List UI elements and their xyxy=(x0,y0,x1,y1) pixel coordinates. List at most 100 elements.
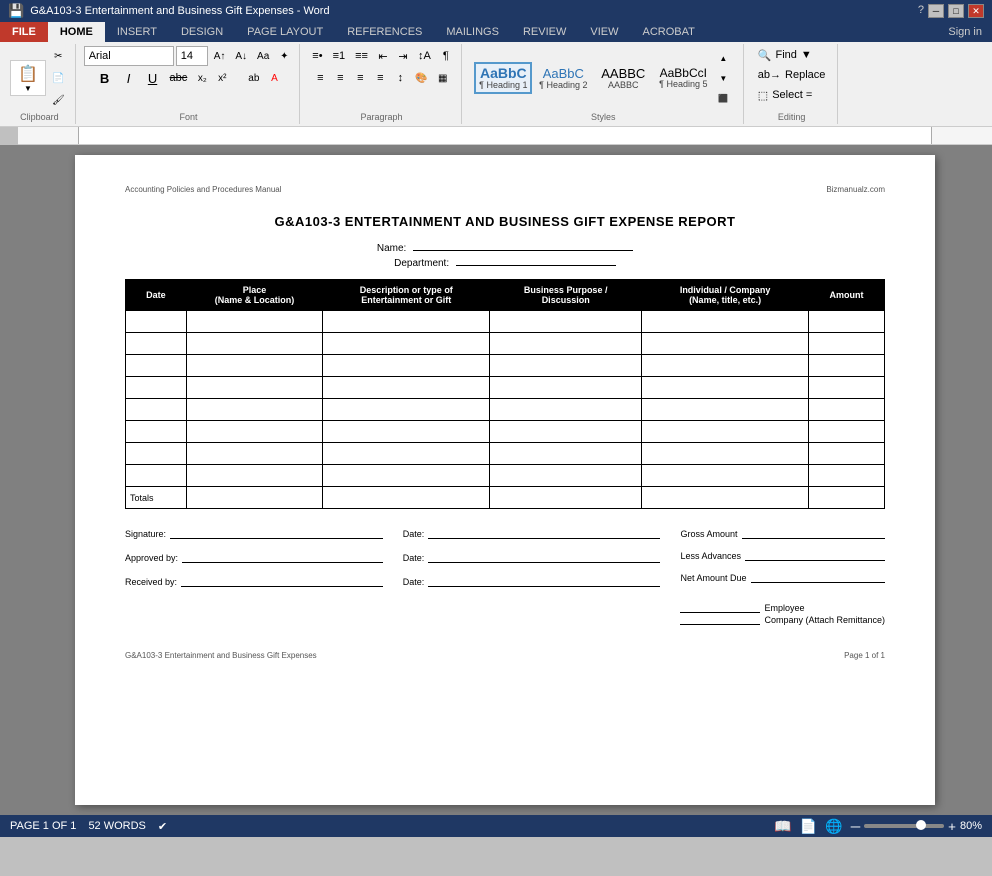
help-button[interactable]: ? xyxy=(918,4,924,18)
cut-button[interactable]: ✂ xyxy=(48,46,69,66)
tab-references[interactable]: REFERENCES xyxy=(335,22,434,42)
paste-button[interactable]: 📋 ▼ xyxy=(10,60,46,96)
bold-button[interactable]: B xyxy=(94,68,116,88)
table-cell-6-5 xyxy=(809,443,885,465)
col-individual: Individual / Company(Name, title, etc.) xyxy=(642,280,809,311)
select-button[interactable]: ⬚ Select = xyxy=(752,86,818,104)
view-read-button[interactable]: 📖 xyxy=(774,818,791,835)
close-button[interactable]: ✕ xyxy=(968,4,984,18)
clear-format-button[interactable]: ✦ xyxy=(275,46,293,66)
copy-button[interactable]: 📄 xyxy=(48,68,69,88)
totals-label: Totals xyxy=(126,487,187,509)
sign-in-button[interactable]: Sign in xyxy=(938,22,992,42)
line-spacing-button[interactable]: ↕ xyxy=(391,68,409,88)
received-by-underline xyxy=(181,586,383,587)
replace-icon: ab→ xyxy=(758,69,781,81)
company-underline xyxy=(680,624,760,625)
zoom-level: 80% xyxy=(960,820,982,832)
change-case-button[interactable]: Aa xyxy=(253,46,273,66)
tab-review[interactable]: REVIEW xyxy=(511,22,578,42)
table-cell-6-0 xyxy=(126,443,187,465)
justify-button[interactable]: ≡ xyxy=(371,68,389,88)
styles-expand[interactable]: ⬛ xyxy=(714,88,732,108)
highlight-button[interactable]: ab xyxy=(244,68,263,88)
date3-line: Date: xyxy=(403,577,661,587)
styles-gallery: AaBbC ¶ Heading 1 AaBbC ¶ Heading 2 AABB… xyxy=(474,48,732,108)
less-advances-line: Less Advances xyxy=(680,551,885,561)
find-button[interactable]: 🔍 Find ▼ xyxy=(752,46,818,64)
border-button[interactable]: ▦ xyxy=(434,68,452,88)
shrink-font-button[interactable]: A↓ xyxy=(231,46,251,66)
view-layout-button[interactable]: 📄 xyxy=(800,818,817,835)
amounts-col: Gross Amount Less Advances Net Amount Du… xyxy=(680,529,885,627)
align-left-button[interactable]: ≡ xyxy=(311,68,329,88)
minimize-button[interactable]: ─ xyxy=(928,4,944,18)
page-scroll[interactable]: Accounting Policies and Procedures Manua… xyxy=(18,145,992,815)
style-heading1[interactable]: AaBbC ¶ Heading 1 xyxy=(474,62,532,94)
tab-design[interactable]: DESIGN xyxy=(169,22,235,42)
tab-page-layout[interactable]: PAGE LAYOUT xyxy=(235,22,335,42)
multilevel-list-button[interactable]: ≡≡ xyxy=(351,46,372,66)
grow-font-button[interactable]: A↑ xyxy=(210,46,230,66)
increase-indent-button[interactable]: ⇥ xyxy=(394,46,412,66)
employee-section: Employee Company (Attach Remittance) xyxy=(680,603,885,627)
format-painter-button[interactable]: 🖌 xyxy=(48,90,69,110)
tab-view[interactable]: VIEW xyxy=(578,22,630,42)
italic-button[interactable]: I xyxy=(118,68,140,88)
tab-mailings[interactable]: MAILINGS xyxy=(434,22,511,42)
maximize-button[interactable]: □ xyxy=(948,4,964,18)
style-heading2[interactable]: AaBbC ¶ Heading 2 xyxy=(534,63,592,94)
find-icon: 🔍 xyxy=(758,49,772,62)
proofing-icon[interactable]: ✔ xyxy=(158,820,167,833)
word-count: 52 WORDS xyxy=(88,820,145,832)
window-controls[interactable]: ? ─ □ ✕ xyxy=(918,4,984,18)
gross-amount-underline xyxy=(742,538,886,539)
tab-insert[interactable]: INSERT xyxy=(105,22,169,42)
title-bar: 💾 G&A103-3 Entertainment and Business Gi… xyxy=(0,0,992,22)
styles-scroll-up[interactable]: ▲ xyxy=(714,48,732,68)
table-row xyxy=(126,377,885,399)
table-cell-1-3 xyxy=(490,333,642,355)
editing-label: Editing xyxy=(778,112,806,122)
received-by-line: Received by: xyxy=(125,577,383,587)
numbering-button[interactable]: ≡1 xyxy=(329,46,350,66)
replace-button[interactable]: ab→ Replace xyxy=(752,66,832,84)
zoom-slider-thumb xyxy=(916,820,926,830)
table-header-row: Date Place(Name & Location) Description … xyxy=(126,280,885,311)
table-cell-0-3 xyxy=(490,311,642,333)
table-cell-4-0 xyxy=(126,399,187,421)
table-cell-7-1 xyxy=(186,465,323,487)
name-label: Name: xyxy=(377,243,406,254)
styles-scroll-down[interactable]: ▼ xyxy=(714,68,732,88)
font-size-input[interactable] xyxy=(176,46,208,66)
zoom-slider[interactable] xyxy=(864,824,944,828)
style-heading5[interactable]: AaBbCcI ¶ Heading 5 xyxy=(654,63,712,93)
table-cell-2-4 xyxy=(642,355,809,377)
table-cell-4-4 xyxy=(642,399,809,421)
table-cell-2-0 xyxy=(126,355,187,377)
shading-button[interactable]: 🎨 xyxy=(411,68,431,88)
decrease-indent-button[interactable]: ⇤ xyxy=(374,46,392,66)
align-center-button[interactable]: ≡ xyxy=(331,68,349,88)
tab-home[interactable]: HOME xyxy=(48,22,105,42)
underline-button[interactable]: U xyxy=(142,68,164,88)
view-web-button[interactable]: 🌐 xyxy=(825,818,842,835)
tab-file[interactable]: FILE xyxy=(0,22,48,42)
zoom-in-button[interactable]: + xyxy=(948,819,956,834)
strikethrough-button[interactable]: abc xyxy=(166,68,192,88)
style-heading3[interactable]: AABBC AABBC xyxy=(594,63,652,94)
font-color-button[interactable]: A xyxy=(265,68,283,88)
font-name-input[interactable] xyxy=(84,46,174,66)
sig-date-col: Date: Date: Date: xyxy=(403,529,661,627)
company-line: Company (Attach Remittance) xyxy=(680,615,885,625)
superscript-button[interactable]: x² xyxy=(213,68,231,88)
table-cell-0-0 xyxy=(126,311,187,333)
page-count: PAGE 1 OF 1 xyxy=(10,820,76,832)
bullets-button[interactable]: ≡• xyxy=(308,46,326,66)
align-right-button[interactable]: ≡ xyxy=(351,68,369,88)
tab-acrobat[interactable]: ACROBAT xyxy=(630,22,706,42)
zoom-out-button[interactable]: ─ xyxy=(851,819,860,834)
sort-button[interactable]: ↕A xyxy=(414,46,435,66)
show-marks-button[interactable]: ¶ xyxy=(437,46,455,66)
subscript-button[interactable]: x₂ xyxy=(193,68,211,88)
